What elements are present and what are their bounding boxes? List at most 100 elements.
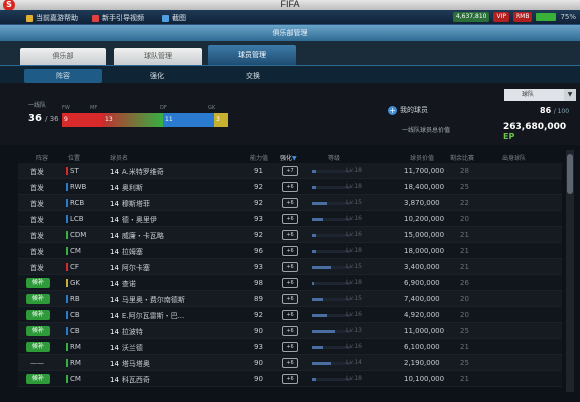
tab-team-manage[interactable]: 球队管理 — [114, 48, 202, 65]
upgrade-badge[interactable]: +6 — [282, 230, 298, 240]
upgrade-badge[interactable]: +6 — [282, 294, 298, 304]
level-text: Lv.14 — [346, 359, 362, 366]
player-name[interactable]: 14 拉姆塞 — [110, 247, 143, 257]
screenshot-icon — [162, 14, 169, 22]
col-origin[interactable]: 出身球队 — [502, 153, 526, 162]
video-button[interactable]: 新手引导视频 — [92, 13, 144, 23]
player-value: 10,100,000 — [404, 375, 445, 383]
lineup-status[interactable]: —— — [30, 359, 44, 367]
upgrade-badge[interactable]: +6 — [282, 342, 298, 352]
col-position[interactable]: 位置 — [68, 153, 80, 162]
squad-select[interactable]: 球队 ▼ — [504, 89, 576, 101]
lineup-status[interactable]: 首发 — [30, 247, 44, 257]
table-row[interactable]: 首发 LCB 14 德・奥里伊 93 +6 Lv.16 10,200,000 20 — [18, 211, 562, 227]
upgrade-badge[interactable]: +6 — [282, 310, 298, 320]
col-level[interactable]: 等级 — [328, 153, 340, 162]
position-color-mark — [66, 231, 68, 239]
player-name[interactable]: 14 查诺 — [110, 279, 136, 289]
player-name[interactable]: 14 穆斯塔菲 — [110, 199, 150, 209]
table-row[interactable]: 候补 CB 14 E.阿尔瓦雷斯・巴... 92 +6 Lv.16 4,920,000 20 — [18, 307, 562, 323]
subtab-lineup[interactable]: 阵容 — [24, 69, 102, 83]
subtab-upgrade[interactable]: 强化 — [118, 69, 196, 83]
player-name[interactable]: 14 拉波特 — [110, 327, 143, 337]
lineup-status[interactable]: 候补 — [26, 310, 51, 320]
upgrade-badge[interactable]: +6 — [282, 182, 298, 192]
lineup-status[interactable]: 首发 — [30, 263, 44, 273]
lineup-status[interactable]: 首发 — [30, 199, 44, 209]
help-button[interactable]: 当前嘉游帮助 — [26, 13, 78, 23]
table-row[interactable]: 首发 CDM 14 威廉・卡瓦略 92 +6 Lv.16 15,000,000 21 — [18, 227, 562, 243]
col-name[interactable]: 球员名 — [110, 153, 128, 162]
player-name[interactable]: 14 威廉・卡瓦略 — [110, 231, 164, 241]
upgrade-badge[interactable]: +6 — [282, 198, 298, 208]
level-text: Lv.18 — [346, 167, 362, 174]
player-name[interactable]: 14 德・奥里伊 — [110, 215, 157, 225]
col-ovr[interactable]: 能力值 — [250, 153, 268, 162]
remaining-matches: 21 — [460, 247, 469, 255]
upgrade-badge[interactable]: +6 — [282, 278, 298, 288]
col-lineup[interactable]: 阵容 — [36, 153, 48, 162]
table-row[interactable]: 候补 CB 14 拉波特 90 +6 Lv.13 11,000,000 25 — [18, 323, 562, 339]
level-text: Lv.13 — [346, 327, 362, 334]
table-row[interactable]: —— RM 14 塔马塔奥 90 +6 Lv.14 2,190,000 25 — [18, 355, 562, 371]
lineup-status[interactable]: 首发 — [30, 167, 44, 177]
my-players-button[interactable]: + 我的球员 — [388, 105, 428, 115]
upgrade-badge[interactable]: +6 — [282, 246, 298, 256]
rmb-badge[interactable]: RMB — [512, 12, 533, 22]
position: CM — [66, 375, 81, 383]
lineup-status[interactable]: 候补 — [26, 326, 51, 336]
level-bar — [312, 234, 350, 237]
lineup-status[interactable]: 首发 — [30, 215, 44, 225]
player-name[interactable]: 14 马里奥・费尔南德斯 — [110, 295, 185, 305]
tab-club[interactable]: 俱乐部 — [20, 48, 106, 65]
scroll-thumb[interactable] — [567, 154, 573, 194]
position-color-mark — [66, 327, 68, 335]
position: RB — [66, 295, 80, 303]
table-row[interactable]: 首发 RCB 14 穆斯塔菲 92 +6 Lv.15 3,870,000 22 — [18, 195, 562, 211]
tab-player-manage[interactable]: 球员管理 — [208, 45, 296, 65]
lineup-status[interactable]: 候补 — [26, 278, 51, 288]
player-name[interactable]: 14 A.米特罗维奇 — [110, 167, 164, 177]
vip-badge[interactable]: VIP — [493, 12, 509, 22]
player-value: 11,000,000 — [404, 327, 445, 335]
table-row[interactable]: 候补 GK 14 查诺 98 +6 Lv.18 6,900,000 26 — [18, 275, 562, 291]
lineup-status[interactable]: 首发 — [30, 231, 44, 241]
player-name[interactable]: 14 阿尔卡塞 — [110, 263, 150, 273]
col-remaining[interactable]: 剩余比赛 — [450, 153, 474, 162]
player-name[interactable]: 14 沃兰德 — [110, 343, 143, 353]
upgrade-badge[interactable]: +6 — [282, 358, 298, 368]
upgrade-badge[interactable]: +6 — [282, 326, 298, 336]
player-name[interactable]: 14 塔马塔奥 — [110, 359, 150, 369]
lineup-status[interactable]: 首发 — [30, 183, 44, 193]
lineup-status[interactable]: 候补 — [26, 374, 51, 384]
level-text: Lv.18 — [346, 375, 362, 382]
player-name[interactable]: 14 奥利斯 — [110, 183, 143, 193]
table-row[interactable]: 候补 RB 14 马里奥・费尔南德斯 89 +6 Lv.15 7,400,000 20 — [18, 291, 562, 307]
upgrade-badge[interactable]: +6 — [282, 262, 298, 272]
screenshot-button[interactable]: 截图 — [162, 13, 186, 23]
col-upgrade[interactable]: 强化▼ — [280, 153, 297, 162]
level-bar — [312, 362, 350, 365]
scrollbar[interactable] — [566, 150, 574, 392]
col-value[interactable]: 球员价值 — [410, 153, 434, 162]
upgrade-badge[interactable]: +6 — [282, 374, 298, 384]
lineup-status[interactable]: 候补 — [26, 342, 51, 352]
player-name[interactable]: 14 E.阿尔瓦雷斯・巴... — [110, 311, 184, 321]
subtab-trade[interactable]: 交换 — [214, 69, 292, 83]
sub-tabs: 阵容 强化 交换 — [0, 65, 580, 83]
ovr-value: 92 — [254, 231, 263, 239]
table-row[interactable]: 首发 ST 14 A.米特罗维奇 91 +7 Lv.18 11,700,000 28 — [18, 163, 562, 179]
lineup-status[interactable]: 候补 — [26, 294, 51, 304]
table-row[interactable]: 首发 CM 14 拉姆塞 96 +6 Lv.18 18,000,000 21 — [18, 243, 562, 259]
table-row[interactable]: 候补 RM 14 沃兰德 93 +6 Lv.16 6,100,000 21 — [18, 339, 562, 355]
level-text: Lv.18 — [346, 183, 362, 190]
level-bar — [312, 202, 350, 205]
upgrade-badge[interactable]: +6 — [282, 214, 298, 224]
table-row[interactable]: 首发 RWB 14 奥利斯 92 +6 Lv.18 18,400,000 25 — [18, 179, 562, 195]
position-color-mark — [66, 263, 68, 271]
upgrade-badge[interactable]: +7 — [282, 166, 298, 176]
player-name[interactable]: 14 科瓦西奇 — [110, 375, 150, 385]
table-row[interactable]: 首发 CF 14 阿尔卡塞 93 +6 Lv.15 3,400,000 21 — [18, 259, 562, 275]
help-icon — [26, 14, 33, 22]
table-row[interactable]: 候补 CM 14 科瓦西奇 90 +6 Lv.18 10,100,000 21 — [18, 371, 562, 387]
